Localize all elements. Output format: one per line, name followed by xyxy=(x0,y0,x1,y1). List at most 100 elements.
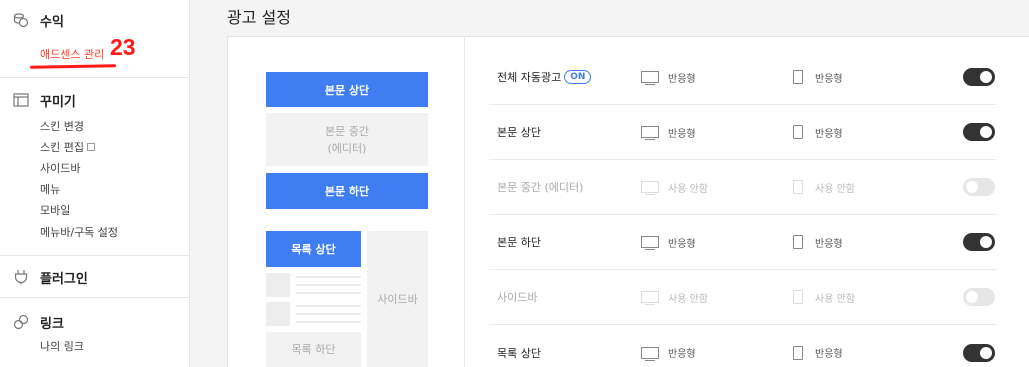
mobile-option[interactable]: 반응형 xyxy=(793,50,843,104)
page-title: 광고 설정 xyxy=(227,8,291,27)
layout-icon xyxy=(13,93,29,107)
mobile-option[interactable]: 사용 안함 xyxy=(793,160,855,214)
phone-icon xyxy=(793,345,803,360)
setting-row: 전체 자동광고 ON 반응형 반응형 xyxy=(489,50,997,105)
setting-row: 본문 상단 반응형 반응형 xyxy=(489,105,997,160)
pc-option[interactable]: 반응형 xyxy=(641,325,696,367)
setting-label-text: 전체 자동광고 xyxy=(497,71,562,84)
sidebar-header-decorate[interactable]: 꾸미기 xyxy=(13,90,76,110)
preview-body-bottom: 본문 하단 xyxy=(266,173,428,209)
sidebar-title-link: 링크 xyxy=(40,316,64,332)
sidebar-item-sidebar[interactable]: 사이드바 xyxy=(40,160,80,176)
mobile-option-label: 반응형 xyxy=(815,73,843,85)
setting-row: 목록 상단 반응형 반응형 xyxy=(489,325,997,367)
sidebar-title-revenue: 수익 xyxy=(40,14,64,30)
setting-row: 본문 하단 반응형 반응형 xyxy=(489,215,997,270)
preview-list-bottom: 목록 하단 xyxy=(266,332,361,367)
sidebar-header-link[interactable]: 링크 xyxy=(13,312,64,332)
preview-list-line xyxy=(296,276,361,278)
sidebar-item-skin-edit-label: 스킨 편집 xyxy=(40,141,84,154)
phone-icon xyxy=(793,70,803,84)
mobile-option[interactable]: 반응형 xyxy=(793,215,843,269)
pc-option-label: 반응형 xyxy=(668,128,696,140)
setting-label: 본문 상단 xyxy=(497,126,541,139)
setting-label: 목록 상단 xyxy=(497,346,541,360)
preview-list-line xyxy=(296,321,361,323)
external-link-icon xyxy=(86,143,95,151)
mobile-option-label: 반응형 xyxy=(815,238,843,250)
preview-list-line xyxy=(296,313,361,315)
preview-body-middle: 본문 중간 (에디터) xyxy=(266,113,428,166)
preview-list-top: 목록 상단 xyxy=(266,231,361,267)
sidebar-header-revenue[interactable]: 수익 xyxy=(13,10,64,30)
enable-toggle[interactable] xyxy=(963,123,995,141)
preview-list-thumb xyxy=(266,273,290,297)
pc-option[interactable]: 반응형 xyxy=(641,215,696,269)
mobile-option-label: 사용 안함 xyxy=(815,293,855,305)
sidebar-item-menu[interactable]: 메뉴 xyxy=(40,181,60,197)
setting-label: 사이드바 xyxy=(497,291,538,304)
mobile-option[interactable]: 반응형 xyxy=(793,325,843,367)
sidebar-item-mobile[interactable]: 모바일 xyxy=(40,202,70,218)
sidebar: 수익 애드센스 관리 꾸미기 스킨 변경 스킨 편집 사이드바 메뉴 모바일 메… xyxy=(0,0,190,367)
annotation-number: 23 xyxy=(110,34,136,60)
monitor-icon xyxy=(641,126,659,140)
preview-body-middle-line1: 본문 중간 xyxy=(325,124,369,138)
mobile-option-label: 사용 안함 xyxy=(815,183,855,195)
sidebar-item-skin-change[interactable]: 스킨 변경 xyxy=(40,118,84,134)
link-icon xyxy=(13,314,29,330)
enable-toggle[interactable] xyxy=(963,178,995,196)
monitor-icon xyxy=(641,181,659,195)
sidebar-section-link: 링크 나의 링크 xyxy=(0,298,189,367)
pc-option-label: 반응형 xyxy=(668,349,696,360)
sidebar-title-decorate: 꾸미기 xyxy=(40,94,76,110)
coins-icon xyxy=(13,13,29,28)
monitor-icon xyxy=(641,71,659,85)
sidebar-item-my-link[interactable]: 나의 링크 xyxy=(40,338,84,354)
pc-option[interactable]: 사용 안함 xyxy=(641,270,708,324)
enable-toggle[interactable] xyxy=(963,68,995,86)
setting-label: 전체 자동광고 ON xyxy=(497,50,592,104)
setting-row: 사이드바 사용 안함 사용 안함 xyxy=(489,270,997,325)
phone-icon xyxy=(793,290,803,304)
setting-row: 본문 중간 (에디터) 사용 안함 사용 안함 xyxy=(489,160,997,215)
monitor-icon xyxy=(641,236,659,250)
preview-list-line xyxy=(296,284,361,286)
sidebar-item-skin-edit[interactable]: 스킨 편집 xyxy=(40,139,95,155)
preview-list-thumb xyxy=(266,302,290,326)
pc-option-label: 반응형 xyxy=(668,238,696,250)
preview-sidebar: 사이드바 xyxy=(367,231,428,367)
sidebar-header-plugin[interactable]: 플러그인 xyxy=(13,267,88,287)
enable-toggle[interactable] xyxy=(963,288,995,306)
preview-body-top: 본문 상단 xyxy=(266,72,428,107)
mobile-option-label: 반응형 xyxy=(815,349,843,360)
mobile-option[interactable]: 반응형 xyxy=(793,105,843,159)
card-divider xyxy=(464,36,465,367)
mobile-option[interactable]: 사용 안함 xyxy=(793,270,855,324)
sidebar-title-plugin: 플러그인 xyxy=(40,271,88,287)
pc-option[interactable]: 반응형 xyxy=(641,50,696,104)
enable-toggle[interactable] xyxy=(963,233,995,251)
phone-icon xyxy=(793,180,803,194)
pc-option-label: 사용 안함 xyxy=(668,183,708,195)
monitor-icon xyxy=(641,291,659,305)
preview-list-line xyxy=(296,292,361,294)
setting-label: 본문 하단 xyxy=(497,236,541,249)
pc-option-label: 사용 안함 xyxy=(668,293,708,305)
plug-icon xyxy=(14,270,28,285)
pc-option[interactable]: 반응형 xyxy=(641,105,696,159)
on-badge: ON xyxy=(564,70,592,84)
sidebar-item-adsense[interactable]: 애드센스 관리 xyxy=(40,46,104,62)
pc-option[interactable]: 사용 안함 xyxy=(641,160,708,214)
monitor-icon xyxy=(641,346,659,361)
phone-icon xyxy=(793,125,803,139)
enable-toggle[interactable] xyxy=(963,343,995,362)
mobile-option-label: 반응형 xyxy=(815,128,843,140)
sidebar-item-menubar[interactable]: 메뉴바/구독 설정 xyxy=(40,224,118,240)
pc-option-label: 반응형 xyxy=(668,73,696,85)
sidebar-section-decorate: 꾸미기 스킨 변경 스킨 편집 사이드바 메뉴 모바일 메뉴바/구독 설정 xyxy=(0,78,189,256)
phone-icon xyxy=(793,235,803,249)
setting-label: 본문 중간 (에디터) xyxy=(497,181,584,194)
preview-body-middle-line2: (에디터) xyxy=(327,141,367,155)
sidebar-section-plugin: 플러그인 xyxy=(0,256,189,298)
